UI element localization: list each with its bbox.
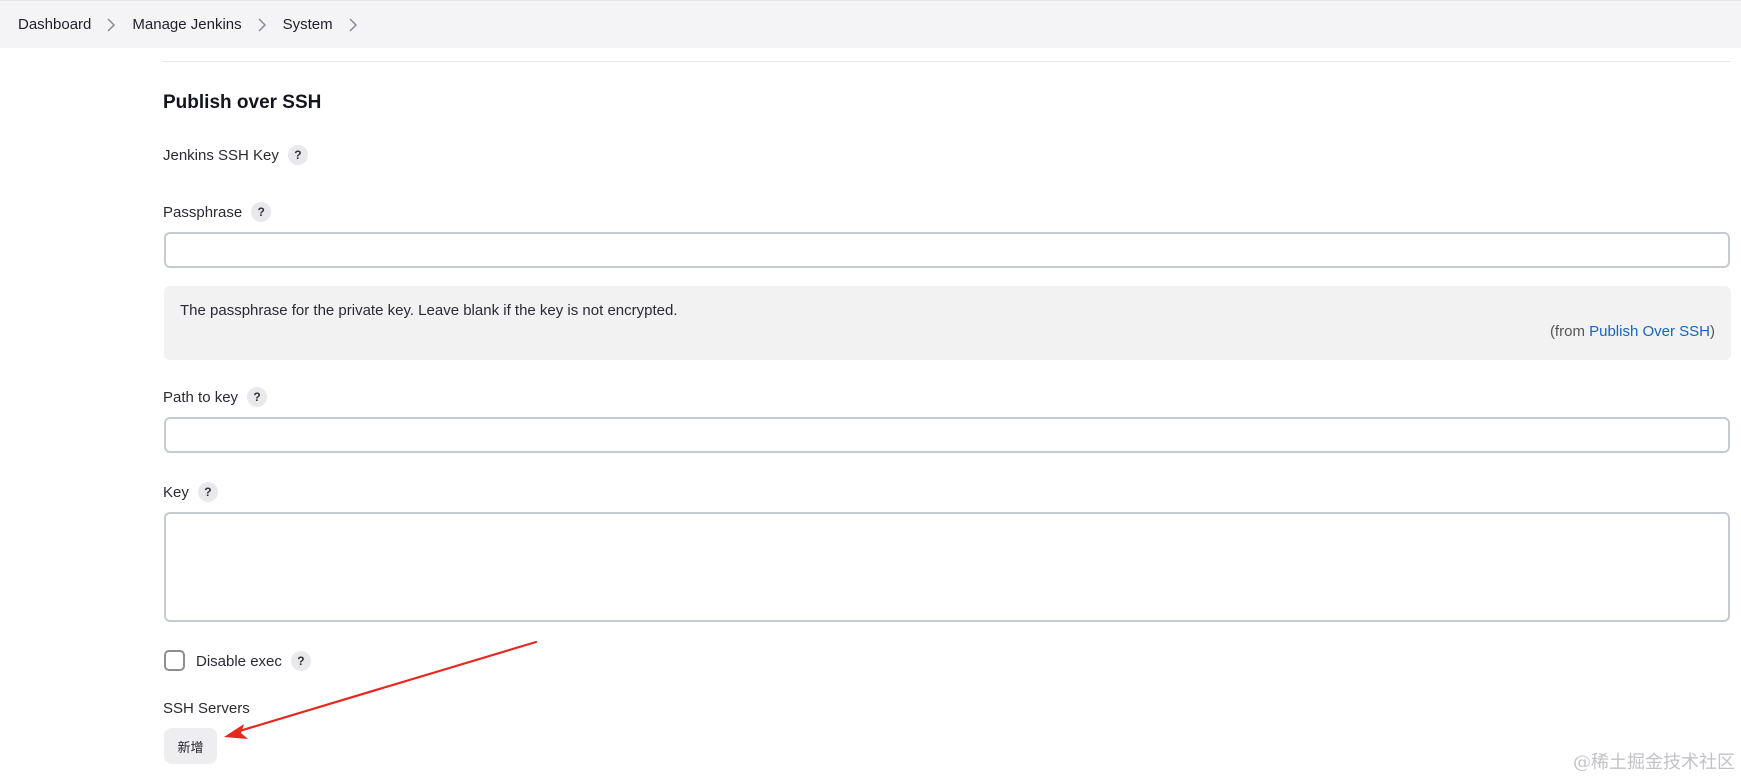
passphrase-label: Passphrase ? [163,202,272,222]
path-to-key-field[interactable] [164,417,1730,453]
ssh-servers-label-text: SSH Servers [163,700,250,717]
help-source-prefix: (from [1549,323,1590,340]
breadcrumb: Dashboard Manage Jenkins System [0,0,1741,48]
disable-exec-label: Disable exec ? [196,651,311,671]
breadcrumb-system[interactable]: System [283,16,333,33]
ssh-servers-label: SSH Servers [163,700,250,717]
help-icon[interactable]: ? [251,202,272,222]
passphrase-help-box: The passphrase for the private key. Leav… [164,286,1731,360]
watermark: @稀土掘金技术社区 [1573,752,1735,773]
help-source-suffix: ) [1710,323,1715,340]
chevron-right-icon[interactable] [343,15,363,35]
publish-over-ssh-link[interactable]: Publish Over SSH [1589,323,1710,340]
passphrase-label-text: Passphrase [163,203,243,221]
help-icon[interactable]: ? [290,651,311,671]
help-icon[interactable]: ? [197,482,218,502]
breadcrumb-dashboard[interactable]: Dashboard [18,16,91,33]
breadcrumb-manage-jenkins[interactable]: Manage Jenkins [132,16,241,33]
section-divider [163,61,1731,62]
disable-exec-label-text[interactable]: Disable exec [196,653,282,670]
path-to-key-label: Path to key ? [163,387,268,407]
help-source: (from Publish Over SSH) [1550,323,1715,340]
path-to-key-label-text: Path to key [163,388,239,406]
disable-exec-checkbox[interactable] [164,650,185,671]
passphrase-help-text: The passphrase for the private key. Leav… [180,302,678,319]
key-label: Key ? [163,482,218,502]
chevron-right-icon [252,15,272,35]
help-icon[interactable]: ? [287,145,308,165]
key-textarea[interactable] [164,512,1730,622]
passphrase-field[interactable] [164,232,1730,268]
chevron-right-icon [101,15,121,35]
add-ssh-server-button[interactable]: 新增 [164,728,217,764]
jenkins-ssh-key-label-text: Jenkins SSH Key [163,146,279,164]
jenkins-ssh-key-label: Jenkins SSH Key ? [163,145,308,165]
section-title: Publish over SSH [163,92,322,113]
help-icon[interactable]: ? [247,387,268,407]
key-label-text: Key [163,483,189,501]
